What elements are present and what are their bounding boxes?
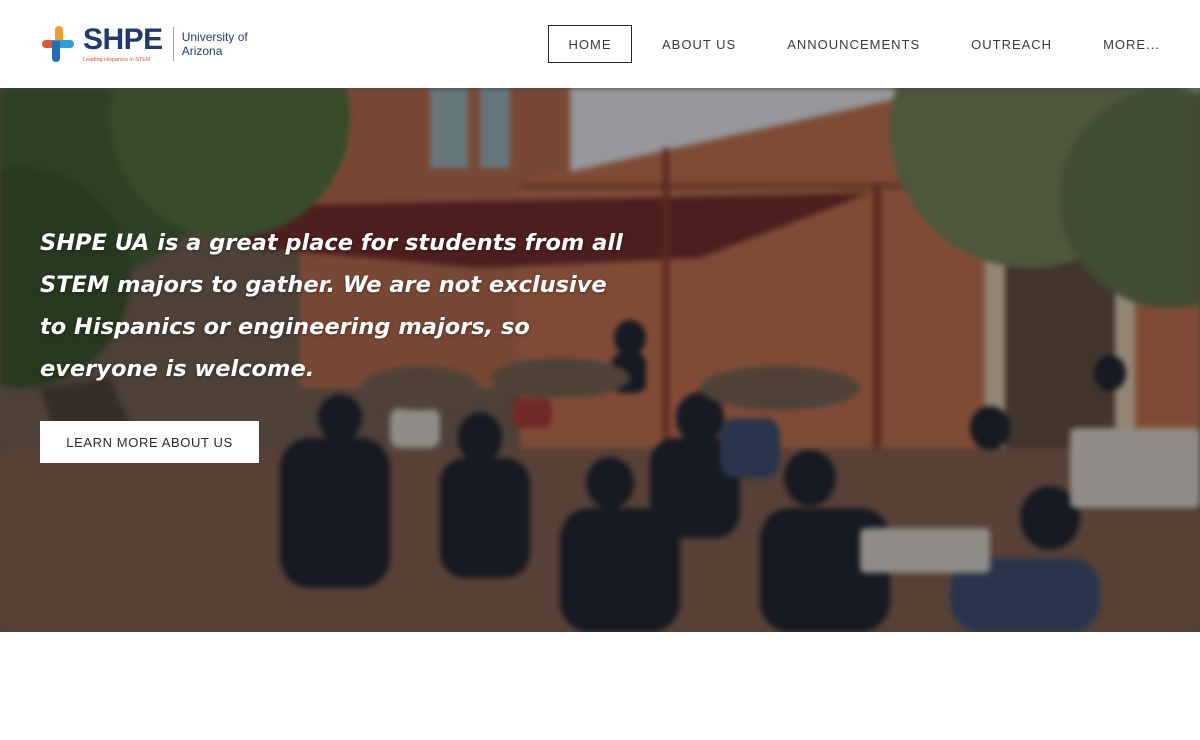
nav-about-us[interactable]: ABOUT US	[662, 25, 736, 63]
nav-home[interactable]: HOME	[548, 25, 632, 63]
hero-headline: SHPE UA is a great place for students fr…	[40, 230, 623, 382]
site-logo[interactable]: SHPE Leading Hispanics in STEM Universit…	[38, 22, 248, 66]
nav-more[interactable]: MORE...	[1103, 25, 1160, 63]
logo-wordmark: SHPE	[83, 22, 163, 56]
logo-divider	[172, 27, 174, 61]
logo-university: University of Arizona	[181, 30, 248, 58]
logo-tagline: Leading Hispanics in STEM	[83, 56, 151, 63]
shpe-logo-icon	[38, 24, 78, 64]
nav-outreach[interactable]: OUTREACH	[971, 25, 1052, 63]
content-area	[0, 632, 1200, 740]
learn-more-button[interactable]: LEARN MORE ABOUT US	[40, 421, 259, 463]
nav-announcements[interactable]: ANNOUNCEMENTS	[787, 25, 920, 63]
main-nav: HOME ABOUT US ANNOUNCEMENTS OUTREACH MOR…	[548, 25, 1160, 63]
site-header: SHPE Leading Hispanics in STEM Universit…	[0, 0, 1200, 88]
hero-section: SHPE UA is a great place for students fr…	[0, 88, 1200, 632]
logo-text: SHPE Leading Hispanics in STEM	[83, 22, 163, 64]
